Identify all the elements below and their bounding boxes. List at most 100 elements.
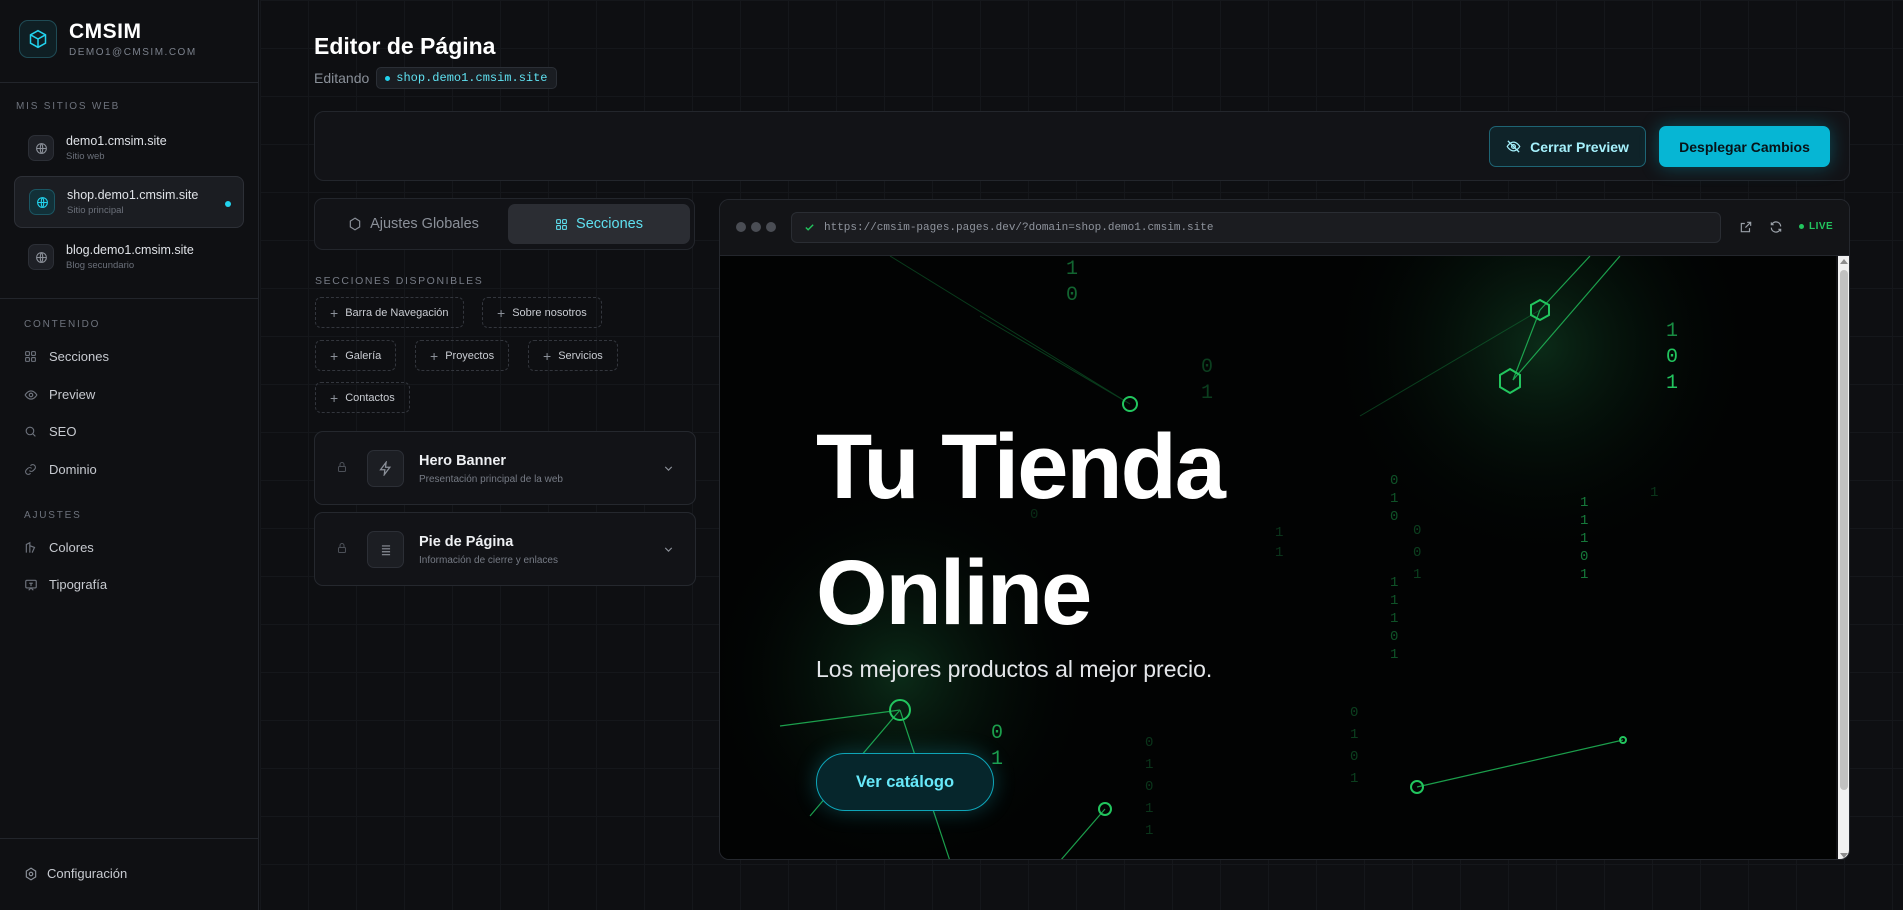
close-preview-button[interactable]: Cerrar Preview: [1489, 126, 1646, 167]
editing-info: Editando shop.demo1.cmsim.site: [314, 67, 557, 89]
browser-bar: https://cmsim-pages.pages.dev/?domain=sh…: [720, 200, 1849, 256]
brand-email: DEMO1@CMSIM.COM: [69, 46, 197, 58]
site-sub: Sitio principal: [67, 205, 124, 216]
config-button[interactable]: Configuración: [24, 866, 127, 881]
content-label: CONTENIDO: [24, 319, 101, 330]
external-link-icon[interactable]: [1739, 220, 1753, 234]
eye-off-icon: [1506, 139, 1521, 154]
tab-label: Secciones: [576, 216, 643, 232]
section-card-footer[interactable]: Pie de Página Información de cierre y en…: [314, 512, 696, 586]
svg-text:1: 1: [991, 748, 1003, 771]
tab-sections[interactable]: Secciones: [508, 204, 690, 244]
svg-text:0: 0: [1390, 629, 1398, 645]
nav-item-preview[interactable]: Preview: [24, 387, 95, 402]
chevron-down-icon[interactable]: [662, 462, 675, 480]
add-about-chip[interactable]: + Sobre nosotros: [482, 297, 602, 328]
section-card-hero[interactable]: Hero Banner Presentación principal de la…: [314, 431, 696, 505]
nav-item-secciones[interactable]: Secciones: [24, 349, 109, 364]
domain-text: shop.demo1.cmsim.site: [396, 71, 548, 85]
brand: CMSIM DEMO1@CMSIM.COM: [19, 20, 197, 58]
window-dot: [736, 222, 746, 232]
url-bar[interactable]: https://cmsim-pages.pages.dev/?domain=sh…: [791, 212, 1721, 243]
chevron-down-icon[interactable]: [662, 543, 675, 561]
view-catalog-button[interactable]: Ver catálogo: [816, 753, 994, 811]
deploy-button[interactable]: Desplegar Cambios: [1659, 126, 1830, 167]
add-services-chip[interactable]: + Servicios: [528, 340, 618, 371]
check-icon: [804, 222, 815, 233]
lock-icon: [336, 460, 348, 479]
svg-text:0: 0: [1413, 545, 1421, 561]
editing-label: Editando: [314, 70, 370, 86]
scroll-up-arrow[interactable]: [1840, 259, 1848, 264]
palette-icon: [24, 541, 40, 555]
globe-icon: [29, 189, 55, 215]
nav-item-colores[interactable]: Colores: [24, 540, 94, 555]
cube-icon: [19, 20, 57, 58]
divider: [0, 298, 259, 299]
hero-heading: Tu Tienda Online: [816, 404, 1226, 656]
card-title: Pie de Página: [419, 534, 514, 550]
nav-label: Secciones: [49, 349, 109, 364]
site-name: shop.demo1.cmsim.site: [67, 188, 199, 202]
svg-text:1: 1: [1275, 525, 1283, 541]
tab-global-settings[interactable]: Ajustes Globales: [321, 204, 506, 244]
card-title: Hero Banner: [419, 453, 507, 469]
svg-text:1: 1: [1580, 513, 1588, 529]
svg-text:1: 1: [1580, 567, 1588, 583]
refresh-icon[interactable]: [1769, 220, 1783, 234]
card-subtitle: Información de cierre y enlaces: [419, 555, 558, 566]
available-sections-label: SECCIONES DISPONIBLES: [315, 275, 484, 287]
chip-label: Contactos: [345, 391, 395, 404]
config-label: Configuración: [47, 866, 128, 881]
svg-text:0: 0: [1066, 284, 1078, 307]
scroll-thumb[interactable]: [1840, 270, 1848, 790]
site-item-blog[interactable]: blog.demo1.cmsim.site Blog secundario: [14, 231, 244, 283]
svg-text:0: 0: [991, 722, 1003, 745]
nav-item-tipografia[interactable]: Tipografía: [24, 577, 107, 592]
svg-text:1: 1: [1201, 382, 1213, 405]
svg-text:1: 1: [1350, 727, 1358, 743]
svg-text:1: 1: [1666, 372, 1678, 395]
add-contacts-chip[interactable]: + Contactos: [315, 382, 410, 413]
svg-text:1: 1: [1145, 823, 1153, 839]
add-projects-chip[interactable]: + Proyectos: [415, 340, 510, 371]
settings-icon: [348, 217, 362, 231]
domain-badge: shop.demo1.cmsim.site: [376, 67, 557, 89]
svg-text:1: 1: [1413, 567, 1421, 583]
svg-text:0: 0: [1201, 356, 1213, 379]
site-sub: Blog secundario: [66, 260, 135, 271]
add-navbar-chip[interactable]: + Barra de Navegación: [315, 297, 464, 328]
live-badge: LIVE: [1799, 221, 1833, 232]
globe-icon: [28, 244, 54, 270]
divider: [0, 82, 259, 83]
lock-icon: [336, 541, 348, 560]
grid-icon: [24, 350, 40, 363]
preview-scrollbar[interactable]: [1838, 256, 1849, 859]
tab-label: Ajustes Globales: [370, 216, 479, 232]
bolt-icon: [367, 450, 404, 487]
page-title: Editor de Página: [314, 33, 496, 59]
nav-item-seo[interactable]: SEO: [24, 424, 76, 439]
add-gallery-chip[interactable]: + Galería: [315, 340, 397, 371]
grid-icon: [555, 218, 568, 231]
nav-item-dominio[interactable]: Dominio: [24, 462, 97, 477]
plus-icon: +: [497, 304, 506, 321]
svg-text:0: 0: [1145, 735, 1153, 751]
window-dot: [766, 222, 776, 232]
svg-text:0: 0: [1666, 346, 1678, 369]
site-item-demo1[interactable]: demo1.cmsim.site Sitio web: [14, 122, 244, 174]
plus-icon: +: [330, 389, 339, 406]
editor-tabs: Ajustes Globales Secciones: [314, 198, 695, 250]
svg-text:1: 1: [1145, 757, 1153, 773]
url-text: https://cmsim-pages.pages.dev/?domain=sh…: [824, 221, 1214, 234]
svg-text:0: 0: [1145, 779, 1153, 795]
chip-label: Proyectos: [445, 349, 495, 362]
brand-name: CMSIM: [69, 19, 142, 43]
svg-text:1: 1: [1350, 771, 1358, 787]
site-item-shop[interactable]: shop.demo1.cmsim.site Sitio principal: [14, 176, 244, 228]
scroll-down-arrow[interactable]: [1840, 853, 1848, 858]
svg-text:1: 1: [1066, 258, 1078, 281]
preview-viewport: 1 0 1 1 0 0 1 0 1 0 1 0 1 1 1 0 1 1 1 1 …: [720, 256, 1836, 859]
sidebar: CMSIM DEMO1@CMSIM.COM MIS SITIOS WEB dem…: [0, 0, 259, 910]
svg-text:1: 1: [1580, 495, 1588, 511]
